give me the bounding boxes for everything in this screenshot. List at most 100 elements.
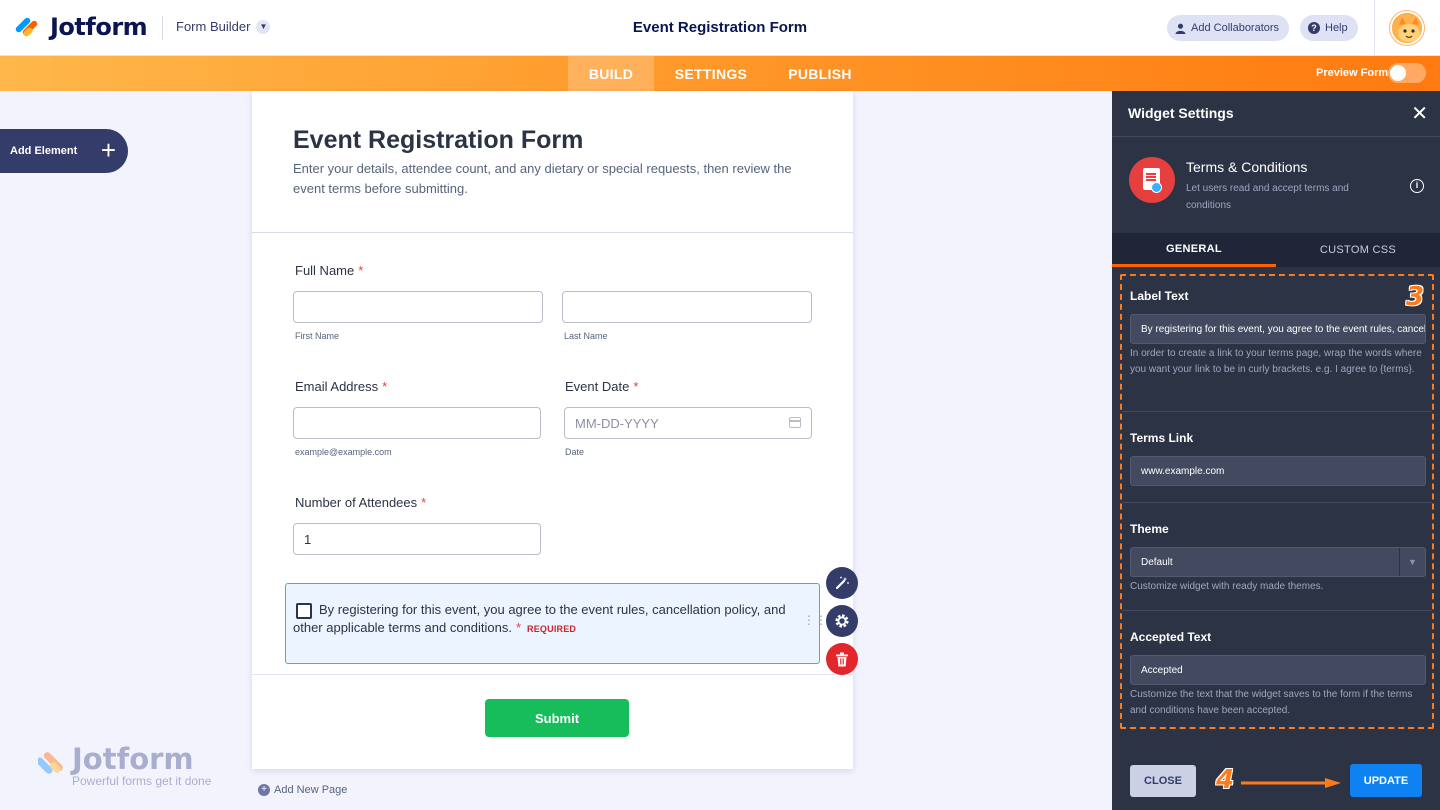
- close-icon[interactable]: ✕: [1411, 101, 1428, 126]
- delete-button[interactable]: [826, 643, 858, 675]
- tab-custom-css[interactable]: CUSTOM CSS: [1276, 233, 1440, 267]
- arrow-right-icon: [1241, 778, 1341, 788]
- terms-label: By registering for this event, you agree…: [293, 601, 798, 638]
- watermark: Jotform Powerful forms get it done: [36, 742, 211, 788]
- step-3-marker: 3: [1406, 282, 1425, 312]
- label-text-help: In order to create a link to your terms …: [1130, 348, 1422, 375]
- trash-icon: [836, 652, 848, 666]
- terms-widget-icon: [1129, 157, 1175, 203]
- tab-build[interactable]: BUILD: [568, 56, 654, 91]
- tab-settings[interactable]: SETTINGS: [660, 56, 762, 91]
- form-title: Event Registration Form: [293, 126, 584, 154]
- form-header[interactable]: Event Registration Form Enter your detai…: [252, 91, 853, 233]
- update-button[interactable]: UPDATE: [1350, 764, 1422, 797]
- add-element-label: Add Element: [10, 145, 78, 157]
- form-builder-label: Form Builder: [176, 19, 251, 34]
- last-name-input[interactable]: [562, 291, 812, 323]
- submit-button[interactable]: Submit: [485, 699, 629, 737]
- add-collaborators-label: Add Collaborators: [1191, 22, 1280, 34]
- calendar-icon[interactable]: [789, 417, 801, 428]
- attendees-input[interactable]: 1: [293, 523, 541, 555]
- email-sublabel: example@example.com: [295, 447, 392, 457]
- theme-select[interactable]: Default ▼: [1130, 547, 1426, 577]
- form-description: Enter your details, attendee count, and …: [293, 161, 792, 196]
- form-divider: [252, 674, 853, 675]
- divider: [1122, 610, 1432, 611]
- required-mark: *: [382, 379, 388, 394]
- header-divider: [162, 16, 163, 40]
- email-label-text: Email Address: [295, 379, 379, 394]
- email-label: Email Address *: [295, 379, 387, 394]
- caret-down-icon: ▼: [1399, 548, 1425, 576]
- accepted-text-label: Accepted Text: [1130, 630, 1212, 644]
- email-input[interactable]: [293, 407, 541, 439]
- attendees-value: 1: [304, 531, 312, 547]
- label-text-label: Label Text: [1130, 289, 1189, 303]
- help-button[interactable]: ? Help: [1300, 15, 1358, 41]
- first-name-sublabel: First Name: [295, 331, 340, 341]
- gear-icon: [835, 614, 849, 628]
- widget-settings-panel: Widget Settings ✕ Terms & Conditions Let…: [1112, 91, 1440, 810]
- event-date-label-text: Event Date: [565, 379, 630, 394]
- info-icon[interactable]: i: [1410, 179, 1424, 193]
- chevron-down-icon: ▼: [256, 19, 271, 34]
- properties-button[interactable]: [826, 605, 858, 637]
- label-text-input[interactable]: By registering for this event, you agree…: [1130, 314, 1426, 344]
- widget-description: Let users read and accept terms and cond…: [1186, 183, 1349, 211]
- form-builder-menu[interactable]: Form Builder ▼: [176, 19, 271, 34]
- last-name-sublabel: Last Name: [564, 331, 608, 341]
- event-date-label: Event Date *: [565, 379, 638, 394]
- required-mark: *: [633, 379, 639, 394]
- tab-general[interactable]: GENERAL: [1112, 233, 1276, 267]
- preview-form-label: Preview Form: [1316, 67, 1389, 79]
- event-date-placeholder: MM-DD-YYYY: [575, 415, 659, 431]
- terms-link-label: Terms Link: [1130, 431, 1194, 445]
- wand-button[interactable]: [826, 567, 858, 599]
- close-button[interactable]: CLOSE: [1130, 765, 1196, 797]
- attendees-label-text: Number of Attendees: [295, 495, 418, 510]
- watermark-tagline: Powerful forms get it done: [72, 774, 212, 788]
- step-4-marker: 4: [1216, 765, 1235, 795]
- divider: [1122, 411, 1432, 412]
- drag-handle-icon[interactable]: ⋮⋮: [803, 614, 827, 626]
- plus-circle-icon: +: [258, 784, 270, 796]
- label-text-value: By registering for this event, you agree…: [1141, 323, 1426, 335]
- panel-header: Widget Settings ✕: [1112, 91, 1440, 137]
- magic-wand-icon: [835, 576, 849, 590]
- required-mark: *: [358, 263, 364, 278]
- form-canvas: Event Registration Form Enter your detai…: [252, 91, 853, 769]
- watermark-brand: Jotform: [72, 742, 194, 776]
- attendees-label: Number of Attendees *: [295, 495, 426, 510]
- widget-info: Terms & Conditions Let users read and ac…: [1112, 137, 1440, 233]
- accepted-text-help: Customize the text that the widget saves…: [1130, 689, 1413, 716]
- settings-fields: Label Text By registering for this event…: [1120, 274, 1434, 729]
- avatar-area: [1374, 0, 1440, 56]
- help-label: Help: [1325, 22, 1348, 34]
- required-mark: *: [421, 495, 427, 510]
- accepted-text-input[interactable]: Accepted: [1130, 655, 1426, 685]
- required-tag: REQUIRED: [527, 624, 577, 634]
- tab-publish[interactable]: PUBLISH: [772, 56, 868, 91]
- terms-link-value: www.example.com: [1141, 465, 1225, 477]
- accepted-text-value: Accepted: [1141, 664, 1183, 676]
- avatar[interactable]: [1390, 11, 1424, 45]
- add-new-page-button[interactable]: + Add New Page: [258, 784, 347, 796]
- top-header: Jotform Form Builder ▼ Event Registratio…: [0, 0, 1440, 56]
- event-date-sublabel: Date: [565, 447, 585, 457]
- jotform-logo[interactable]: Jotform: [14, 13, 148, 41]
- full-name-label: Full Name *: [295, 263, 363, 278]
- preview-form-toggle[interactable]: [1388, 63, 1426, 83]
- watermark-logo-icon: [36, 752, 63, 774]
- panel-title: Widget Settings: [1128, 105, 1234, 121]
- terms-link-input[interactable]: www.example.com: [1130, 456, 1426, 486]
- builder-nav: BUILD SETTINGS PUBLISH Preview Form: [0, 56, 1440, 91]
- required-mark: *: [515, 620, 522, 635]
- add-collaborators-button[interactable]: Add Collaborators: [1167, 15, 1290, 41]
- terms-question[interactable]: By registering for this event, you agree…: [285, 583, 827, 664]
- help-icon: ?: [1308, 22, 1320, 34]
- add-element-button[interactable]: Add Element +: [0, 129, 128, 173]
- first-name-input[interactable]: [293, 291, 543, 323]
- event-date-input[interactable]: MM-DD-YYYY: [564, 407, 812, 439]
- user-icon: [1175, 23, 1186, 34]
- full-name-label-text: Full Name: [295, 263, 355, 278]
